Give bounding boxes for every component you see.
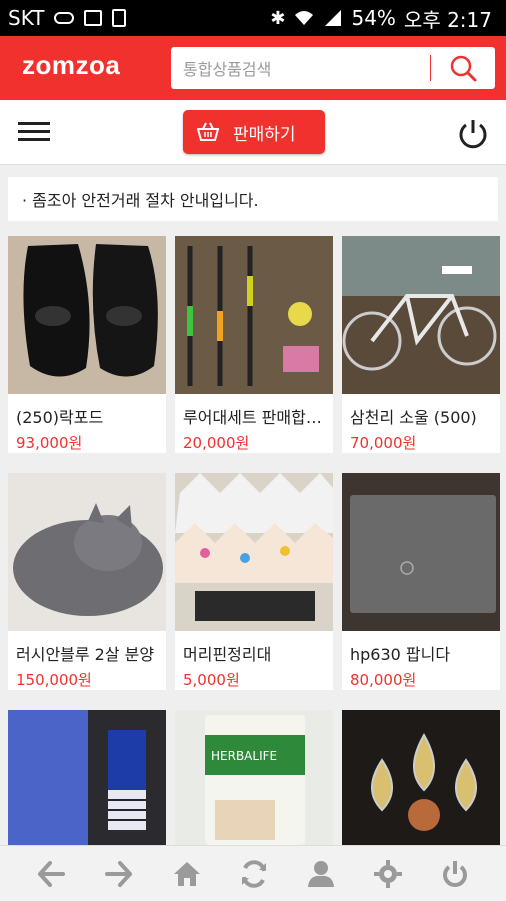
product-title: hp630 팝니다 [350, 645, 451, 664]
user-icon[interactable] [306, 859, 336, 889]
product-card[interactable]: 러시안블루 2살 분양 150,000원 [8, 473, 166, 690]
time-label: 오후 2:17 [403, 7, 492, 32]
product-title: 머리핀정리대 [183, 645, 272, 664]
product-price: 150,000원 [16, 671, 92, 689]
product-card[interactable] [342, 710, 500, 845]
status-bar: SKT ✱ 54% 오후 2:17 [0, 0, 506, 36]
forward-icon[interactable] [104, 859, 134, 889]
sell-button[interactable]: 판매하기 [183, 110, 325, 154]
wifi-icon [295, 11, 314, 25]
product-image-fishing-rods [175, 236, 333, 394]
product-title: 루어대세트 판매합니다 [183, 408, 323, 427]
product-image-loafers [8, 236, 166, 394]
back-icon[interactable] [36, 859, 66, 889]
product-price: 5,000원 [183, 671, 240, 689]
menu-bar: 판매하기 [0, 100, 506, 165]
herbalife-label: HERBALIFE [211, 749, 277, 763]
product-image-laptop [342, 473, 500, 631]
power-icon[interactable] [456, 116, 490, 150]
product-title: (250)락포드 [16, 408, 104, 427]
search-icon [450, 55, 477, 82]
product-card[interactable]: hp630 팝니다 80,000원 [342, 473, 500, 690]
product-image-herbalife: HERBALIFE [175, 710, 333, 845]
bottom-nav [0, 845, 506, 901]
search-divider [430, 55, 431, 81]
product-card[interactable]: HERBALIFE [175, 710, 333, 845]
refresh-icon[interactable] [239, 859, 269, 889]
product-card[interactable]: 머리핀정리대 5,000원 [175, 473, 333, 690]
product-price: 70,000원 [350, 434, 417, 452]
product-price: 20,000원 [183, 434, 250, 452]
image-icon [84, 10, 103, 26]
product-title: 러시안블루 2살 분양 [16, 645, 155, 664]
product-title: 삼천리 소울 (500) [350, 408, 477, 427]
search-input[interactable] [181, 47, 425, 91]
product-image-bicycle [342, 236, 500, 394]
product-card[interactable]: 삼천리 소울 (500) 70,000원 [342, 236, 500, 453]
battery-label: 54% [351, 6, 396, 30]
product-price: 80,000원 [350, 671, 417, 689]
signal-icon [325, 10, 342, 26]
search-bar [171, 47, 495, 91]
home-icon[interactable] [172, 859, 202, 889]
product-image-earrings [342, 710, 500, 845]
carrier-label: SKT [8, 6, 45, 30]
product-image-hairpin-holders [175, 473, 333, 631]
product-card[interactable] [8, 710, 166, 845]
product-card[interactable]: (250)락포드 93,000원 [8, 236, 166, 453]
voicemail-icon [54, 12, 75, 24]
product-card[interactable]: 루어대세트 판매합니다 20,000원 [175, 236, 333, 453]
power-icon[interactable] [440, 859, 470, 889]
product-price: 93,000원 [16, 434, 83, 452]
safe-trade-notice[interactable]: · 좀조아 안전거래 절차 안내입니다. [8, 177, 498, 221]
product-image-dress [8, 710, 166, 845]
hamburger-menu-icon[interactable] [18, 117, 50, 147]
search-button[interactable] [441, 51, 485, 85]
settings-icon[interactable] [373, 859, 403, 889]
app-logo[interactable]: zomzoa [22, 50, 120, 81]
bluetooth-icon: ✱ [270, 7, 286, 29]
app-header: zomzoa [0, 36, 506, 100]
product-image-cat [8, 473, 166, 631]
basket-icon [197, 122, 219, 141]
file-icon [112, 9, 127, 27]
sell-button-label: 판매하기 [233, 124, 296, 145]
